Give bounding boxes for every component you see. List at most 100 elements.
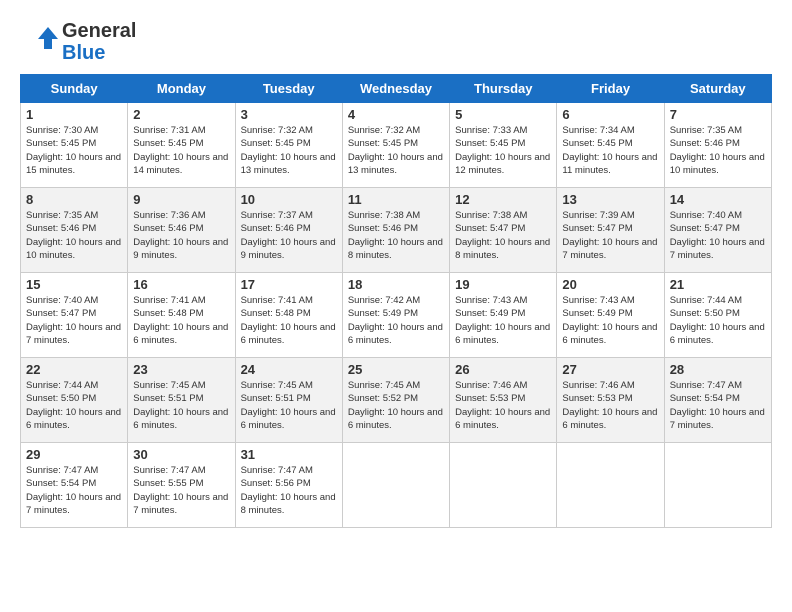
calendar-row: 8Sunrise: 7:35 AMSunset: 5:46 PMDaylight… [21,188,772,273]
cell-info: Sunrise: 7:44 AMSunset: 5:50 PMDaylight:… [26,379,122,432]
cell-info: Sunrise: 7:47 AMSunset: 5:54 PMDaylight:… [670,379,766,432]
calendar-cell [664,443,771,528]
day-number: 25 [348,362,444,377]
cell-info: Sunrise: 7:42 AMSunset: 5:49 PMDaylight:… [348,294,444,347]
weekday-header: Sunday [21,75,128,103]
cell-info: Sunrise: 7:45 AMSunset: 5:51 PMDaylight:… [241,379,337,432]
day-number: 16 [133,277,229,292]
day-number: 14 [670,192,766,207]
cell-info: Sunrise: 7:31 AMSunset: 5:45 PMDaylight:… [133,124,229,177]
calendar-cell [342,443,449,528]
cell-info: Sunrise: 7:39 AMSunset: 5:47 PMDaylight:… [562,209,658,262]
calendar-cell: 11 Sunrise: 7:38 AMSunset: 5:46 PMDayligh… [342,188,449,273]
calendar-cell: 21 Sunrise: 7:44 AMSunset: 5:50 PMDayligh… [664,273,771,358]
cell-info: Sunrise: 7:33 AMSunset: 5:45 PMDaylight:… [455,124,551,177]
logo: General Blue [20,20,136,64]
day-number: 6 [562,107,658,122]
calendar-cell: 12Sunrise: 7:38 AMSunset: 5:47 PMDayligh… [450,188,557,273]
day-number: 13 [562,192,658,207]
cell-info: Sunrise: 7:36 AMSunset: 5:46 PMDaylight:… [133,209,229,262]
cell-info: Sunrise: 7:47 AMSunset: 5:54 PMDaylight:… [26,464,122,517]
calendar-cell: 24 Sunrise: 7:45 AMSunset: 5:51 PMDayligh… [235,358,342,443]
day-number: 19 [455,277,551,292]
cell-info: Sunrise: 7:45 AMSunset: 5:51 PMDaylight:… [133,379,229,432]
calendar-cell: 26Sunrise: 7:46 AMSunset: 5:53 PMDayligh… [450,358,557,443]
calendar-row: 29 Sunrise: 7:47 AMSunset: 5:54 PMDayligh… [21,443,772,528]
day-number: 3 [241,107,337,122]
weekday-header: Tuesday [235,75,342,103]
cell-info: Sunrise: 7:45 AMSunset: 5:52 PMDaylight:… [348,379,444,432]
calendar-cell: 4Sunrise: 7:32 AMSunset: 5:45 PMDaylight… [342,103,449,188]
day-number: 17 [241,277,337,292]
calendar-cell [557,443,664,528]
cell-info: Sunrise: 7:43 AMSunset: 5:49 PMDaylight:… [562,294,658,347]
cell-info: Sunrise: 7:46 AMSunset: 5:53 PMDaylight:… [455,379,551,432]
day-number: 28 [670,362,766,377]
logo: General Blue [20,20,136,64]
day-number: 12 [455,192,551,207]
day-number: 2 [133,107,229,122]
calendar-cell: 17 Sunrise: 7:41 AMSunset: 5:48 PMDayligh… [235,273,342,358]
weekday-header: Wednesday [342,75,449,103]
cell-info: Sunrise: 7:32 AMSunset: 5:45 PMDaylight:… [348,124,444,177]
calendar-cell: 18 Sunrise: 7:42 AMSunset: 5:49 PMDayligh… [342,273,449,358]
calendar-row: 1Sunrise: 7:30 AMSunset: 5:45 PMDaylight… [21,103,772,188]
cell-info: Sunrise: 7:40 AMSunset: 5:47 PMDaylight:… [26,294,122,347]
calendar-cell: 7 Sunrise: 7:35 AMSunset: 5:46 PMDaylight… [664,103,771,188]
calendar-cell: 15Sunrise: 7:40 AMSunset: 5:47 PMDayligh… [21,273,128,358]
calendar-cell: 6 Sunrise: 7:34 AMSunset: 5:45 PMDaylight… [557,103,664,188]
weekday-header: Friday [557,75,664,103]
day-number: 8 [26,192,122,207]
cell-info: Sunrise: 7:38 AMSunset: 5:46 PMDaylight:… [348,209,444,262]
cell-info: Sunrise: 7:30 AMSunset: 5:45 PMDaylight:… [26,124,122,177]
day-number: 18 [348,277,444,292]
calendar-table: SundayMondayTuesdayWednesdayThursdayFrid… [20,74,772,528]
logo-general: General [62,20,136,42]
cell-info: Sunrise: 7:41 AMSunset: 5:48 PMDaylight:… [133,294,229,347]
calendar-cell: 19 Sunrise: 7:43 AMSunset: 5:49 PMDayligh… [450,273,557,358]
calendar-cell: 10 Sunrise: 7:37 AMSunset: 5:46 PMDayligh… [235,188,342,273]
page-header: General Blue [20,20,772,64]
day-number: 10 [241,192,337,207]
cell-info: Sunrise: 7:35 AMSunset: 5:46 PMDaylight:… [670,124,766,177]
weekday-header: Monday [128,75,235,103]
weekday-header: Thursday [450,75,557,103]
calendar-cell: 20 Sunrise: 7:43 AMSunset: 5:49 PMDayligh… [557,273,664,358]
cell-info: Sunrise: 7:44 AMSunset: 5:50 PMDaylight:… [670,294,766,347]
calendar-cell: 31Sunrise: 7:47 AMSunset: 5:56 PMDayligh… [235,443,342,528]
cell-info: Sunrise: 7:34 AMSunset: 5:45 PMDaylight:… [562,124,658,177]
day-number: 7 [670,107,766,122]
calendar-cell: 13 Sunrise: 7:39 AMSunset: 5:47 PMDayligh… [557,188,664,273]
weekday-header-row: SundayMondayTuesdayWednesdayThursdayFrid… [21,75,772,103]
day-number: 9 [133,192,229,207]
day-number: 29 [26,447,122,462]
calendar-cell: 29 Sunrise: 7:47 AMSunset: 5:54 PMDayligh… [21,443,128,528]
cell-info: Sunrise: 7:47 AMSunset: 5:56 PMDaylight:… [241,464,337,517]
calendar-cell: 2 Sunrise: 7:31 AMSunset: 5:45 PMDaylight… [128,103,235,188]
day-number: 5 [455,107,551,122]
day-number: 30 [133,447,229,462]
day-number: 22 [26,362,122,377]
cell-info: Sunrise: 7:43 AMSunset: 5:49 PMDaylight:… [455,294,551,347]
calendar-cell: 8Sunrise: 7:35 AMSunset: 5:46 PMDaylight… [21,188,128,273]
day-number: 23 [133,362,229,377]
cell-info: Sunrise: 7:41 AMSunset: 5:48 PMDaylight:… [241,294,337,347]
calendar-cell: 9 Sunrise: 7:36 AMSunset: 5:46 PMDaylight… [128,188,235,273]
calendar-cell: 3Sunrise: 7:32 AMSunset: 5:45 PMDaylight… [235,103,342,188]
calendar-cell: 5 Sunrise: 7:33 AMSunset: 5:45 PMDaylight… [450,103,557,188]
calendar-cell: 25 Sunrise: 7:45 AMSunset: 5:52 PMDayligh… [342,358,449,443]
cell-info: Sunrise: 7:46 AMSunset: 5:53 PMDaylight:… [562,379,658,432]
cell-info: Sunrise: 7:47 AMSunset: 5:55 PMDaylight:… [133,464,229,517]
calendar-cell: 22 Sunrise: 7:44 AMSunset: 5:50 PMDayligh… [21,358,128,443]
calendar-cell: 28 Sunrise: 7:47 AMSunset: 5:54 PMDayligh… [664,358,771,443]
day-number: 21 [670,277,766,292]
calendar-row: 22 Sunrise: 7:44 AMSunset: 5:50 PMDayligh… [21,358,772,443]
calendar-cell [450,443,557,528]
calendar-cell: 1Sunrise: 7:30 AMSunset: 5:45 PMDaylight… [21,103,128,188]
day-number: 24 [241,362,337,377]
weekday-header: Saturday [664,75,771,103]
logo-icon [20,23,58,61]
day-number: 11 [348,192,444,207]
day-number: 20 [562,277,658,292]
cell-info: Sunrise: 7:37 AMSunset: 5:46 PMDaylight:… [241,209,337,262]
